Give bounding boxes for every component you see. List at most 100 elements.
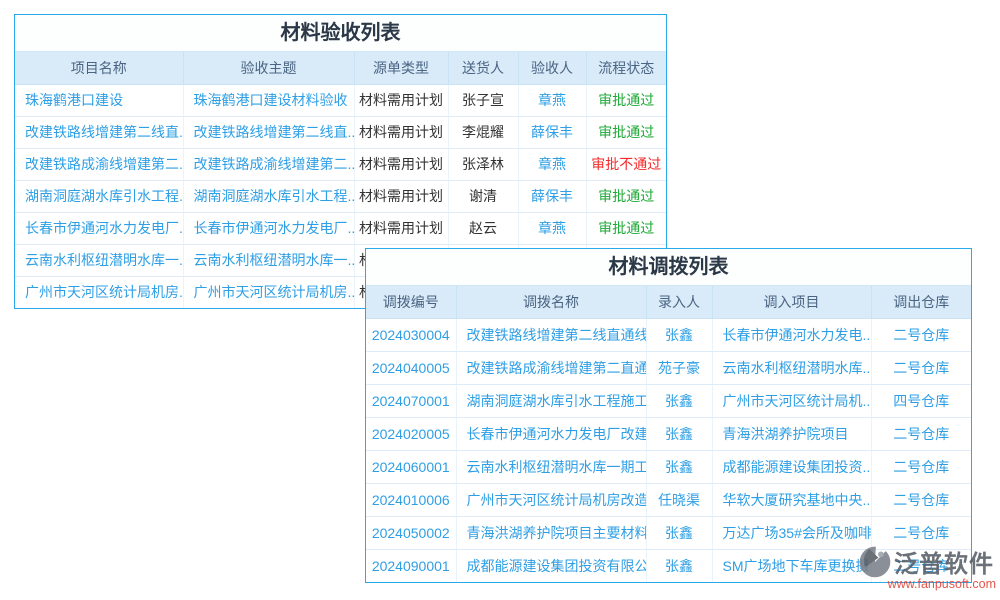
cell-transfer-no[interactable]: 2024050002	[366, 516, 456, 549]
watermark: 泛普软件 www.fanpusoft.com	[858, 544, 998, 591]
col-header-transfer-name: 调拨名称	[456, 286, 646, 318]
col-header-out-warehouse: 调出仓库	[871, 286, 971, 318]
acceptance-title: 材料验收列表	[15, 15, 666, 52]
table-row: 2024020005长春市伊通河水力发电厂改建...张鑫青海洪湖养护院项目二号仓…	[366, 417, 971, 450]
cell-transfer-in-project[interactable]: 广州市天河区统计局机...	[712, 384, 871, 417]
table-row: 珠海鹤港口建设珠海鹤港口建设材料验收材料需用计划张子宣章燕审批通过	[15, 84, 666, 116]
cell-transfer-name[interactable]: 成都能源建设集团投资有限公...	[456, 549, 646, 582]
cell-transfer-in-project[interactable]: 长春市伊通河水力发电...	[712, 318, 871, 351]
cell-transfer-in-project[interactable]: 华软大厦研究基地中央...	[712, 483, 871, 516]
table-row: 改建铁路线增建第二线直...改建铁路线增建第二线直...材料需用计划李焜耀薛保丰…	[15, 116, 666, 148]
cell-entry-person: 张鑫	[646, 516, 712, 549]
cell-project-name[interactable]: 改建铁路线增建第二线直...	[15, 116, 183, 148]
cell-acceptance-subject[interactable]: 珠海鹤港口建设材料验收	[183, 84, 354, 116]
col-header-deliverer: 送货人	[448, 52, 518, 84]
col-header-acceptor: 验收人	[518, 52, 586, 84]
cell-source-type: 材料需用计划	[354, 116, 448, 148]
table-row: 湖南洞庭湖水库引水工程...湖南洞庭湖水库引水工程...材料需用计划谢清薛保丰审…	[15, 180, 666, 212]
cell-project-name[interactable]: 珠海鹤港口建设	[15, 84, 183, 116]
cell-out-warehouse: 四号仓库	[871, 384, 971, 417]
cell-transfer-in-project[interactable]: 成都能源建设集团投资...	[712, 450, 871, 483]
col-header-acceptance-subject: 验收主题	[183, 52, 354, 84]
cell-entry-person: 任晓渠	[646, 483, 712, 516]
cell-transfer-name[interactable]: 湖南洞庭湖水库引水工程施工...	[456, 384, 646, 417]
cell-transfer-name[interactable]: 长春市伊通河水力发电厂改建...	[456, 417, 646, 450]
col-header-source-type: 源单类型	[354, 52, 448, 84]
cell-flow-status: 审批通过	[586, 116, 666, 148]
cell-source-type: 材料需用计划	[354, 212, 448, 244]
col-header-transfer-in-project: 调入项目	[712, 286, 871, 318]
cell-source-type: 材料需用计划	[354, 180, 448, 212]
cell-out-warehouse: 二号仓库	[871, 417, 971, 450]
col-header-transfer-no: 调拨编号	[366, 286, 456, 318]
cell-deliverer: 张泽林	[448, 148, 518, 180]
cell-acceptance-subject[interactable]: 云南水利枢纽潜明水库一...	[183, 244, 354, 276]
cell-transfer-in-project[interactable]: 云南水利枢纽潜明水库...	[712, 351, 871, 384]
cell-transfer-no[interactable]: 2024070001	[366, 384, 456, 417]
cell-entry-person: 苑子豪	[646, 351, 712, 384]
cell-transfer-no[interactable]: 2024060001	[366, 450, 456, 483]
cell-transfer-in-project[interactable]: SM广场地下车库更换摄...	[712, 549, 871, 582]
cell-out-warehouse: 二号仓库	[871, 450, 971, 483]
cell-transfer-name[interactable]: 云南水利枢纽潜明水库一期工...	[456, 450, 646, 483]
fanpu-logo-icon	[858, 545, 892, 579]
cell-acceptor[interactable]: 章燕	[518, 84, 586, 116]
cell-acceptor[interactable]: 薛保丰	[518, 180, 586, 212]
cell-transfer-no[interactable]: 2024090001	[366, 549, 456, 582]
table-row: 2024040005改建铁路成渝线增建第二直通...苑子豪云南水利枢纽潜明水库.…	[366, 351, 971, 384]
cell-out-warehouse: 二号仓库	[871, 318, 971, 351]
cell-project-name[interactable]: 云南水利枢纽潜明水库一...	[15, 244, 183, 276]
cell-out-warehouse: 二号仓库	[871, 351, 971, 384]
cell-entry-person: 张鑫	[646, 450, 712, 483]
acceptance-header-row: 项目名称 验收主题 源单类型 送货人 验收人 流程状态	[15, 52, 666, 84]
table-row: 2024060001云南水利枢纽潜明水库一期工...张鑫成都能源建设集团投资..…	[366, 450, 971, 483]
col-header-entry-person: 录入人	[646, 286, 712, 318]
cell-flow-status: 审批不通过	[586, 148, 666, 180]
brand-name: 泛普软件	[894, 544, 994, 579]
cell-acceptor[interactable]: 章燕	[518, 212, 586, 244]
cell-project-name[interactable]: 改建铁路成渝线增建第二...	[15, 148, 183, 180]
cell-acceptor[interactable]: 章燕	[518, 148, 586, 180]
cell-deliverer: 谢清	[448, 180, 518, 212]
cell-out-warehouse: 二号仓库	[871, 483, 971, 516]
cell-transfer-name[interactable]: 改建铁路成渝线增建第二直通...	[456, 351, 646, 384]
cell-transfer-name[interactable]: 改建铁路线增建第二线直通线...	[456, 318, 646, 351]
cell-acceptor[interactable]: 薛保丰	[518, 116, 586, 148]
cell-transfer-in-project[interactable]: 万达广场35#会所及咖啡...	[712, 516, 871, 549]
cell-acceptance-subject[interactable]: 改建铁路成渝线增建第二...	[183, 148, 354, 180]
cell-entry-person: 张鑫	[646, 549, 712, 582]
transfer-header-row: 调拨编号 调拨名称 录入人 调入项目 调出仓库	[366, 286, 971, 318]
transfer-table: 调拨编号 调拨名称 录入人 调入项目 调出仓库 2024030004改建铁路线增…	[366, 286, 971, 582]
cell-project-name[interactable]: 湖南洞庭湖水库引水工程...	[15, 180, 183, 212]
cell-acceptance-subject[interactable]: 广州市天河区统计局机房...	[183, 276, 354, 308]
table-row: 2024030004改建铁路线增建第二线直通线...张鑫长春市伊通河水力发电..…	[366, 318, 971, 351]
cell-deliverer: 张子宣	[448, 84, 518, 116]
cell-acceptance-subject[interactable]: 改建铁路线增建第二线直...	[183, 116, 354, 148]
cell-deliverer: 赵云	[448, 212, 518, 244]
cell-transfer-no[interactable]: 2024030004	[366, 318, 456, 351]
cell-transfer-no[interactable]: 2024040005	[366, 351, 456, 384]
table-row: 2024070001湖南洞庭湖水库引水工程施工...张鑫广州市天河区统计局机..…	[366, 384, 971, 417]
cell-transfer-name[interactable]: 广州市天河区统计局机房改造...	[456, 483, 646, 516]
cell-flow-status: 审批通过	[586, 84, 666, 116]
cell-transfer-no[interactable]: 2024020005	[366, 417, 456, 450]
table-row: 2024010006广州市天河区统计局机房改造...任晓渠华软大厦研究基地中央.…	[366, 483, 971, 516]
table-row: 长春市伊通河水力发电厂...长春市伊通河水力发电厂...材料需用计划赵云章燕审批…	[15, 212, 666, 244]
cell-project-name[interactable]: 广州市天河区统计局机房...	[15, 276, 183, 308]
cell-deliverer: 李焜耀	[448, 116, 518, 148]
cell-transfer-name[interactable]: 青海洪湖养护院项目主要材料...	[456, 516, 646, 549]
cell-acceptance-subject[interactable]: 长春市伊通河水力发电厂...	[183, 212, 354, 244]
cell-transfer-no[interactable]: 2024010006	[366, 483, 456, 516]
cell-flow-status: 审批通过	[586, 180, 666, 212]
cell-source-type: 材料需用计划	[354, 84, 448, 116]
cell-project-name[interactable]: 长春市伊通河水力发电厂...	[15, 212, 183, 244]
cell-transfer-in-project[interactable]: 青海洪湖养护院项目	[712, 417, 871, 450]
cell-flow-status: 审批通过	[586, 212, 666, 244]
cell-entry-person: 张鑫	[646, 384, 712, 417]
cell-source-type: 材料需用计划	[354, 148, 448, 180]
transfer-title: 材料调拨列表	[366, 249, 971, 286]
cell-entry-person: 张鑫	[646, 318, 712, 351]
col-header-flow-status: 流程状态	[586, 52, 666, 84]
material-transfer-panel: 材料调拨列表 调拨编号 调拨名称 录入人 调入项目 调出仓库 202403000…	[365, 248, 972, 583]
cell-acceptance-subject[interactable]: 湖南洞庭湖水库引水工程...	[183, 180, 354, 212]
